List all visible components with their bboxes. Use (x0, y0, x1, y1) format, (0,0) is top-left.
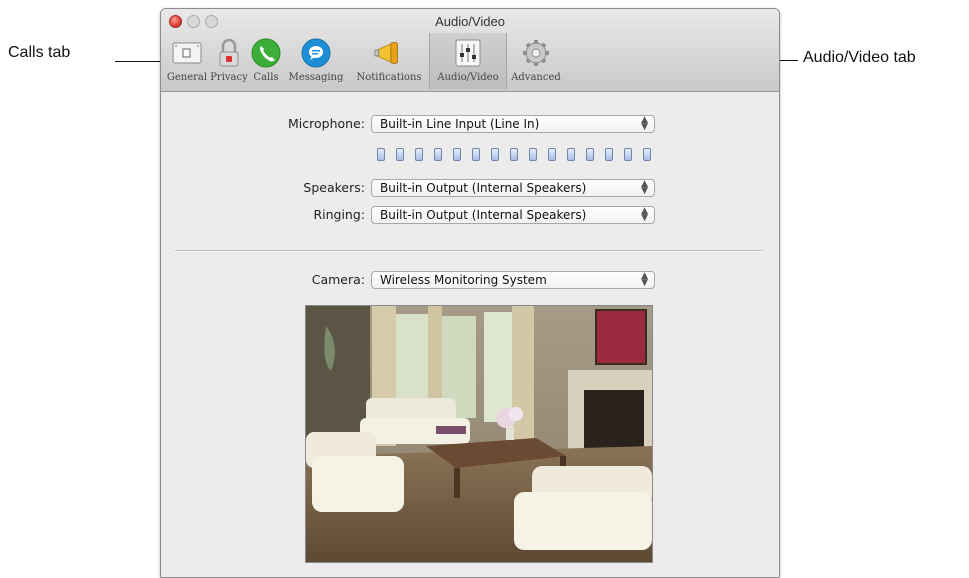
gear-icon (520, 37, 552, 69)
up-down-arrows-icon: ▲ ▼ (641, 206, 648, 223)
microphone-level-meter (377, 148, 651, 161)
level-segment (472, 148, 480, 161)
level-segment (605, 148, 613, 161)
ringing-label: Ringing: (313, 207, 365, 222)
section-divider (175, 250, 763, 252)
level-segment (434, 148, 442, 161)
tab-notifications-label: Notifications (356, 72, 422, 83)
living-room-image (306, 306, 652, 562)
audio-video-preferences-window: Audio/Video General Privacy Calls Messag… (160, 8, 780, 578)
audio-video-tab-callout: Audio/Video tab (803, 49, 916, 66)
tab-messaging-label: Messaging (288, 72, 344, 83)
tab-general[interactable]: General (165, 33, 209, 89)
speakers-value: Built-in Output (Internal Speakers) (380, 181, 587, 195)
up-down-arrows-icon: ▲ ▼ (641, 115, 648, 132)
general-switch-icon (171, 37, 203, 69)
ringing-select[interactable]: Built-in Output (Internal Speakers) ▲ ▼ (371, 206, 655, 224)
level-segment (510, 148, 518, 161)
level-segment (529, 148, 537, 161)
level-segment (453, 148, 461, 161)
title-bar: Audio/Video General Privacy Calls Messag… (161, 9, 779, 92)
level-segment (586, 148, 594, 161)
camera-select[interactable]: Wireless Monitoring System ▲ ▼ (371, 271, 655, 289)
tab-calls[interactable]: Calls (249, 33, 283, 89)
speakers-select[interactable]: Built-in Output (Internal Speakers) ▲ ▼ (371, 179, 655, 197)
tab-privacy[interactable]: Privacy (209, 33, 249, 89)
camera-preview (305, 305, 653, 563)
microphone-value: Built-in Line Input (Line In) (380, 117, 540, 131)
tab-advanced-label: Advanced (511, 72, 561, 83)
microphone-label: Microphone: (288, 116, 365, 131)
camera-value: Wireless Monitoring System (380, 273, 547, 287)
level-segment (567, 148, 575, 161)
phone-icon (250, 37, 282, 69)
level-segment (624, 148, 632, 161)
level-segment (415, 148, 423, 161)
tab-calls-label: Calls (253, 72, 279, 83)
up-down-arrows-icon: ▲ ▼ (641, 271, 648, 288)
megaphone-icon (373, 37, 405, 69)
tab-audio-video-label: Audio/Video (437, 72, 499, 83)
ringing-value: Built-in Output (Internal Speakers) (380, 208, 587, 222)
chat-bubble-icon (300, 37, 332, 69)
tab-general-label: General (166, 72, 208, 83)
window-title: Audio/Video (435, 14, 505, 29)
tab-messaging[interactable]: Messaging (283, 33, 349, 89)
up-down-arrows-icon: ▲ ▼ (641, 179, 648, 196)
level-segment (491, 148, 499, 161)
privacy-lock-icon (213, 37, 245, 69)
preferences-toolbar: General Privacy Calls Messaging Notifica… (165, 33, 565, 89)
level-segment (396, 148, 404, 161)
microphone-select[interactable]: Built-in Line Input (Line In) ▲ ▼ (371, 115, 655, 133)
speakers-label: Speakers: (303, 180, 365, 195)
camera-label: Camera: (311, 272, 365, 287)
tab-advanced[interactable]: Advanced (507, 33, 565, 89)
tab-notifications[interactable]: Notifications (349, 33, 429, 89)
level-segment (377, 148, 385, 161)
level-segment (548, 148, 556, 161)
mixer-sliders-icon (452, 37, 484, 69)
tab-privacy-label: Privacy (210, 72, 248, 83)
calls-tab-callout: Calls tab (8, 44, 71, 61)
level-segment (643, 148, 651, 161)
audio-video-pane: Microphone: Built-in Line Input (Line In… (161, 92, 779, 577)
tab-audio-video[interactable]: Audio/Video (429, 33, 507, 89)
